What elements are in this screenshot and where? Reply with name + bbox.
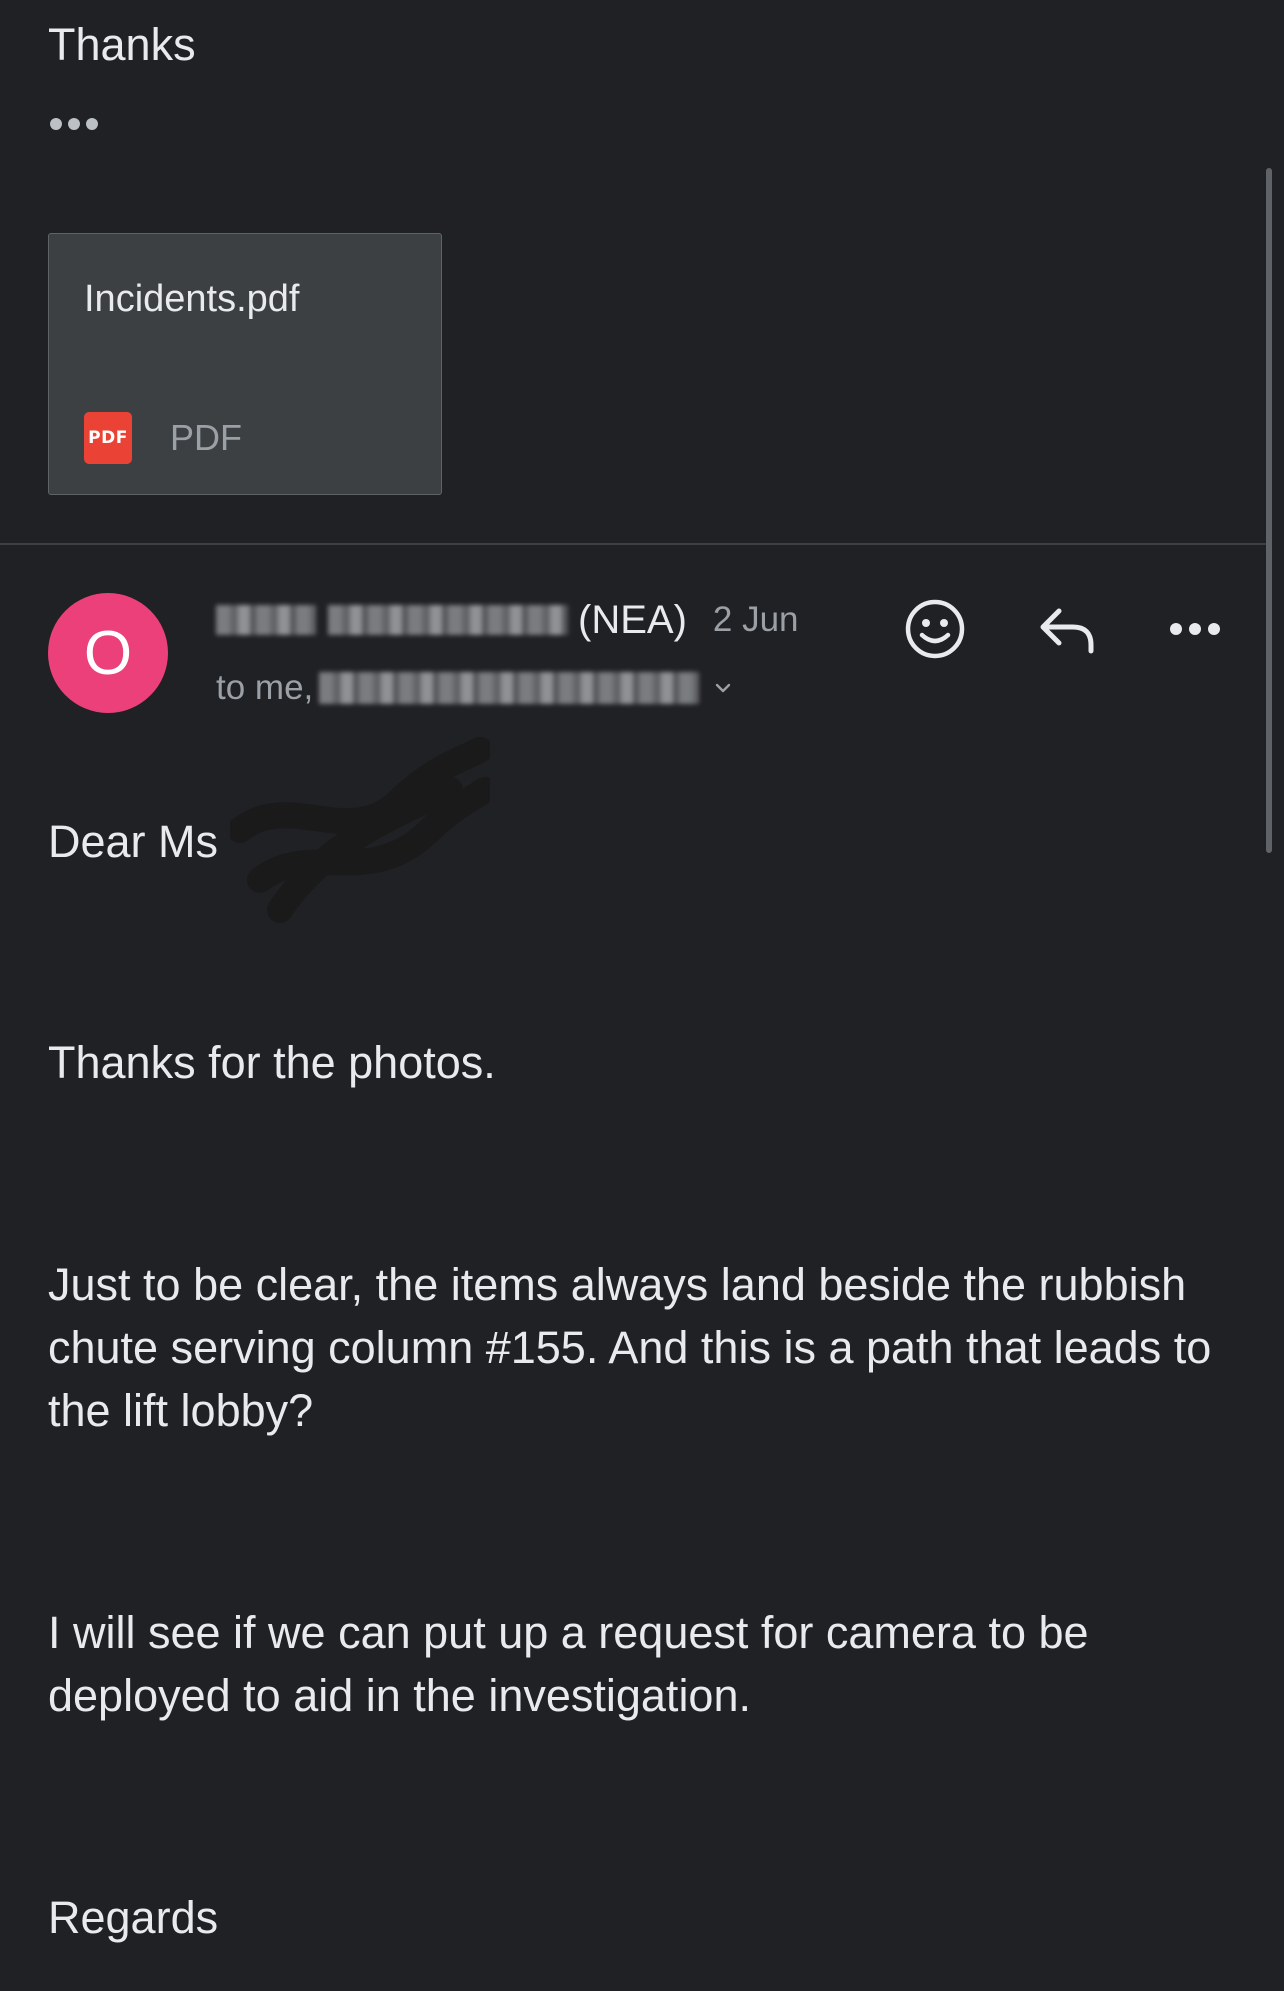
redacted-sender-name	[216, 605, 316, 635]
pdf-file-icon: PDF	[84, 412, 132, 464]
redacted-recipients	[319, 672, 700, 704]
sender-org: (NEA)	[578, 597, 687, 642]
more-options-icon[interactable]	[1170, 614, 1230, 644]
chevron-down-icon	[716, 683, 731, 693]
message-date: 2 Jun	[712, 600, 799, 639]
email-paragraph: I will see if we can put up a request fo…	[48, 1607, 1089, 1721]
sender-row[interactable]: (NEA) 2 Jun	[216, 596, 799, 644]
reply-icon[interactable]	[1037, 601, 1097, 657]
email-paragraph: Just to be clear, the items always land …	[48, 1259, 1212, 1436]
attachment-type: PDF	[170, 417, 242, 458]
email-paragraph: Thanks for the photos.	[48, 1037, 496, 1088]
recipients-toggle[interactable]: to me,	[216, 665, 733, 711]
ellipsis-icon	[50, 118, 62, 130]
attachment-card[interactable]: Incidents.pdf PDF PDF	[48, 233, 442, 495]
redacted-sender-name	[328, 605, 568, 635]
previous-message-text: Thanks	[48, 19, 196, 70]
scrollbar[interactable]	[1266, 168, 1272, 853]
sender-avatar[interactable]: O	[48, 593, 168, 713]
recipients-prefix: to me,	[216, 668, 314, 707]
message-divider	[0, 543, 1270, 545]
show-trimmed-content-button[interactable]	[50, 118, 98, 130]
attachment-filename: Incidents.pdf	[84, 278, 300, 320]
emoji-smile-icon[interactable]	[903, 597, 967, 661]
email-signoff: Regards	[48, 1892, 219, 1943]
email-greeting: Dear Ms	[48, 816, 219, 867]
